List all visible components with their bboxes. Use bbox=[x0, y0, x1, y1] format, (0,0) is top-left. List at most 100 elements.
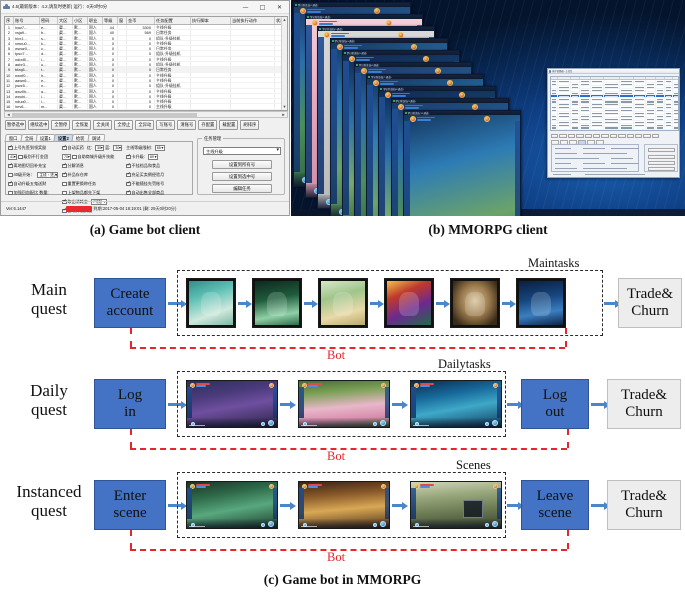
overlay-action-button[interactable] bbox=[592, 134, 601, 139]
apply-to-selected-button[interactable]: 设置到选中号 bbox=[212, 172, 272, 181]
table-column-header[interactable]: 职业 bbox=[88, 17, 103, 24]
overlay-action-button[interactable] bbox=[584, 134, 592, 139]
overlay-bot-window[interactable]: 多开管理器 - 主控台 bbox=[547, 68, 680, 178]
setting-select[interactable]: 主线・进入 bbox=[37, 172, 59, 178]
table-column-header[interactable]: 小区 bbox=[73, 17, 88, 24]
scroll-down-icon[interactable]: ▼ bbox=[282, 104, 287, 110]
trade-churn-box-daily[interactable]: Trade& Churn bbox=[607, 379, 681, 429]
table-column-header[interactable]: 账号 bbox=[14, 17, 40, 24]
table-column-header[interactable]: 金币 bbox=[127, 17, 155, 24]
overlay-action-button[interactable] bbox=[551, 134, 559, 139]
scrollbar-thumb[interactable] bbox=[12, 112, 197, 118]
setting-row[interactable]: 不挂档品和食品 bbox=[126, 162, 190, 171]
setting-row[interactable]: 重置更换称任务 bbox=[62, 180, 124, 189]
action-button-继续选中[interactable]: 继续选中 bbox=[28, 120, 50, 130]
dailytask-thumb-3[interactable] bbox=[410, 380, 502, 428]
setting-row[interactable]: 41 级别不打金团 bbox=[8, 153, 60, 162]
setting-value-select[interactable]: 89 bbox=[147, 154, 158, 160]
setting-row[interactable]: 充足买卖倒经验月 bbox=[126, 171, 190, 180]
action-button-刷排序[interactable]: 刷排序 bbox=[240, 120, 260, 130]
action-button-全异动[interactable]: 全异动 bbox=[135, 120, 155, 130]
trade-churn-box-main[interactable]: Trade& Churn bbox=[618, 278, 682, 328]
scroll-left-icon[interactable]: ◄ bbox=[5, 112, 12, 118]
table-vertical-scrollbar[interactable]: ▲ ▼ bbox=[281, 17, 287, 110]
setting-row[interactable]: 补品存仓库 bbox=[62, 171, 124, 180]
maintask-thumb-3[interactable] bbox=[318, 278, 368, 328]
setting-checkbox[interactable] bbox=[62, 171, 67, 178]
maintask-thumb-1[interactable] bbox=[186, 278, 236, 328]
setting-checkbox[interactable] bbox=[8, 144, 13, 151]
setting-row[interactable]: 自动出售全部商品 bbox=[126, 189, 190, 198]
log-out-box[interactable]: Log out bbox=[521, 379, 589, 429]
table-horizontal-scrollbar[interactable]: ◄ ► bbox=[4, 111, 288, 118]
setting-checkbox[interactable] bbox=[18, 154, 23, 160]
edit-task-button[interactable]: 编辑任务 bbox=[212, 184, 272, 193]
setting-checkbox[interactable] bbox=[126, 153, 131, 160]
setting-checkbox[interactable] bbox=[8, 180, 13, 187]
action-button-全关闭[interactable]: 全关闭 bbox=[93, 120, 113, 130]
setting-row[interactable]: 离地图切回补充宝 bbox=[8, 162, 60, 171]
table-column-header[interactable]: 等级 bbox=[103, 17, 118, 24]
enter-scene-box[interactable]: Enter scene bbox=[94, 480, 166, 530]
table-column-header[interactable]: 窗 bbox=[118, 17, 127, 24]
setting-subselect[interactable]: 30 bbox=[95, 145, 105, 151]
game-viewport[interactable] bbox=[403, 115, 520, 216]
setting-prefix-select[interactable]: 70 bbox=[62, 154, 71, 160]
setting-row[interactable]: 不能随挂先罚账号 bbox=[126, 180, 190, 189]
table-column-header[interactable]: 执行脚本 bbox=[191, 17, 231, 24]
table-column-header[interactable]: 序 bbox=[5, 17, 14, 24]
create-account-box[interactable]: Create account bbox=[94, 278, 166, 328]
setting-checkbox[interactable] bbox=[126, 180, 131, 187]
account-table[interactable]: 序账号密码大区小区职业等级窗金币任务配置执行脚本当前执行动作状态 1jxqz7.… bbox=[4, 16, 288, 111]
action-button-存配置[interactable]: 存配置 bbox=[198, 120, 218, 130]
overlay-action-button[interactable] bbox=[618, 134, 626, 139]
setting-checkbox[interactable] bbox=[62, 190, 67, 196]
setting-row[interactable]: 卡升级:89 bbox=[126, 153, 190, 162]
maintask-thumb-4[interactable] bbox=[384, 278, 434, 328]
setting-row[interactable]: 主线等级限制: 85 bbox=[126, 144, 190, 153]
setting-checkbox[interactable] bbox=[62, 181, 67, 187]
apply-to-all-button[interactable]: 设置到所有号 bbox=[212, 160, 272, 169]
close-button[interactable]: ✕ bbox=[271, 2, 288, 14]
setting-checkbox[interactable] bbox=[8, 190, 13, 196]
overlay-action-button[interactable] bbox=[609, 134, 618, 139]
log-in-box[interactable]: Log in bbox=[94, 379, 166, 429]
overlay-action-button[interactable] bbox=[559, 134, 567, 139]
setting-checkbox[interactable] bbox=[8, 172, 13, 178]
table-row[interactable]: 16 lnrv6... m... 渠... 默... 国人 0 0 主线升级 bbox=[5, 104, 287, 110]
leave-scene-box[interactable]: Leave scene bbox=[521, 480, 589, 530]
setting-row[interactable]: 40级开始： 主线・进入 bbox=[8, 171, 60, 180]
action-button-全暂停[interactable]: 全暂停 bbox=[51, 120, 71, 130]
overlay-edit-task-button[interactable] bbox=[648, 167, 675, 171]
overlay-apply-all-button[interactable] bbox=[648, 155, 675, 159]
table-column-header[interactable]: 任务配置 bbox=[155, 17, 191, 24]
overlay-action-button[interactable] bbox=[643, 134, 651, 139]
overlay-apply-selected-button[interactable] bbox=[648, 161, 675, 165]
overlay-action-button[interactable] bbox=[567, 134, 576, 139]
setting-checkbox[interactable] bbox=[62, 162, 67, 169]
overlay-settings-pane[interactable] bbox=[551, 144, 639, 172]
trade-churn-box-instanced[interactable]: Trade& Churn bbox=[607, 480, 681, 530]
overlay-account-grid[interactable] bbox=[550, 76, 679, 131]
overlay-action-button[interactable] bbox=[634, 134, 643, 139]
action-button-写账号[interactable]: 写账号 bbox=[156, 120, 176, 130]
overlay-action-button[interactable] bbox=[601, 134, 609, 139]
setting-checkbox[interactable] bbox=[62, 144, 67, 151]
setting-checkbox[interactable] bbox=[8, 162, 13, 169]
scene-thumb-1[interactable] bbox=[186, 481, 278, 529]
overlay-action-button[interactable] bbox=[626, 134, 634, 139]
overlay-button-row[interactable] bbox=[551, 134, 679, 139]
action-button-暂停选中[interactable]: 暂停选中 bbox=[5, 120, 27, 130]
action-button-全停止[interactable]: 全停止 bbox=[114, 120, 134, 130]
setting-row[interactable]: 加强回血配比 数量: bbox=[8, 189, 60, 198]
overlay-action-button[interactable] bbox=[576, 134, 584, 139]
action-button-全恢复[interactable]: 全恢复 bbox=[72, 120, 92, 130]
setting-row[interactable]: 自动买药红:30蓝:30 bbox=[62, 144, 124, 153]
scroll-right-icon[interactable]: ► bbox=[280, 112, 287, 118]
table-column-header[interactable]: 当前执行动作 bbox=[231, 17, 275, 24]
dailytask-thumb-2[interactable] bbox=[298, 380, 390, 428]
game-window[interactable]: 梦幻新诛仙(10.通道) bbox=[402, 110, 521, 216]
action-button-row[interactable]: 暂停选中 继续选中 全暂停 全恢复 全关闭 全停止 全异动 写账号 清账号 存配置 载配置 刷排序 bbox=[5, 120, 287, 130]
minimize-button[interactable]: — bbox=[237, 2, 254, 14]
action-button-载配置[interactable]: 载配置 bbox=[219, 120, 239, 130]
